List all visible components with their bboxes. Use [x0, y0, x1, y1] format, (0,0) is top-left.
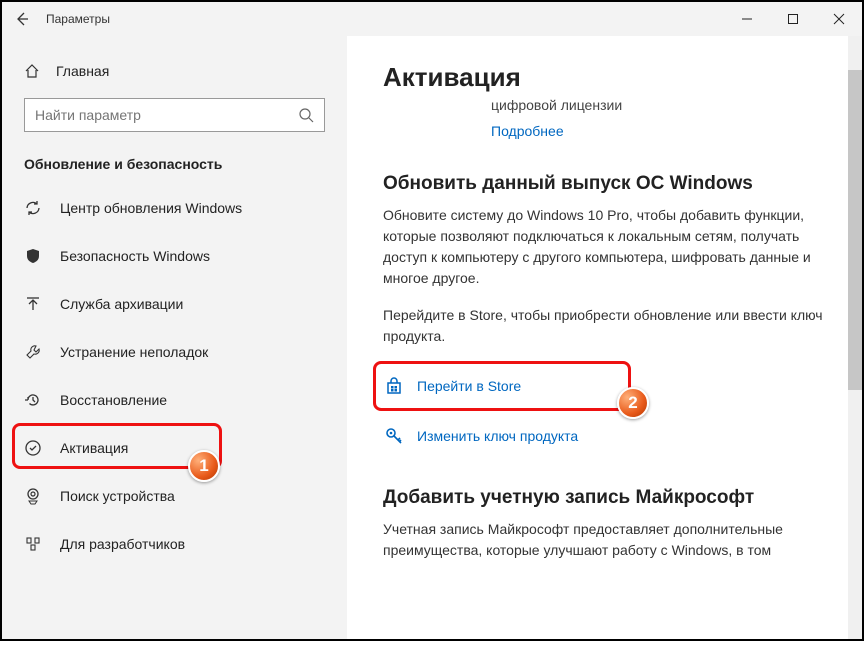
store-label: Перейти в Store [417, 378, 521, 394]
sidebar-item-label: Устранение неполадок [60, 344, 208, 360]
sidebar-item-label: Центр обновления Windows [60, 200, 242, 216]
history-icon [24, 391, 42, 409]
app-title: Параметры [46, 12, 110, 26]
backup-icon [24, 295, 42, 313]
titlebar: Параметры [2, 2, 862, 36]
key-icon [383, 425, 405, 447]
search-wrap [2, 88, 347, 146]
back-button[interactable] [2, 2, 42, 36]
license-text: цифровой лицензии [491, 97, 842, 113]
search-icon [298, 107, 314, 123]
sync-icon [24, 199, 42, 217]
scrollbar-thumb[interactable] [848, 70, 862, 390]
license-block: цифровой лицензии Подробнее [383, 97, 842, 141]
upgrade-para1: Обновите систему до Windows 10 Pro, чтоб… [383, 205, 842, 289]
sidebar-item-label: Активация [60, 440, 128, 456]
settings-window: Параметры Главная Обновление и безопасно… [0, 0, 864, 641]
sidebar-item-recovery[interactable]: Восстановление [2, 376, 347, 424]
minimize-button[interactable] [724, 2, 770, 36]
sidebar-item-label: Безопасность Windows [60, 248, 210, 264]
check-circle-icon [24, 439, 42, 457]
window-controls [724, 2, 862, 36]
sidebar-item-security[interactable]: Безопасность Windows [2, 232, 347, 280]
more-link[interactable]: Подробнее [491, 123, 564, 139]
sidebar-item-troubleshoot[interactable]: Устранение неполадок [2, 328, 347, 376]
close-button[interactable] [816, 2, 862, 36]
change-key-label: Изменить ключ продукта [417, 428, 578, 444]
sidebar-item-backup[interactable]: Служба архивации [2, 280, 347, 328]
sidebar-item-label: Восстановление [60, 392, 167, 408]
sidebar-section-title: Обновление и безопасность [2, 146, 347, 180]
sidebar-nav: Центр обновления Windows Безопасность Wi… [2, 180, 347, 568]
page-title: Активация [383, 62, 842, 93]
sidebar-item-label: Служба архивации [60, 296, 183, 312]
store-icon [383, 375, 405, 397]
upgrade-para2: Перейдите в Store, чтобы приобрести обно… [383, 305, 842, 347]
ms-account-heading: Добавить учетную запись Майкрософт [383, 487, 842, 509]
window-body: Главная Обновление и безопасность Центр … [2, 36, 862, 639]
go-to-store-button[interactable]: Перейти в Store [383, 375, 842, 397]
sidebar-home-label: Главная [56, 63, 109, 79]
change-product-key-button[interactable]: Изменить ключ продукта [383, 425, 842, 447]
content-pane: Активация цифровой лицензии Подробнее Об… [347, 36, 862, 639]
sidebar-item-developers[interactable]: Для разработчиков [2, 520, 347, 568]
sidebar-item-label: Поиск устройства [60, 488, 175, 504]
search-input[interactable] [24, 98, 325, 132]
sidebar-item-activation[interactable]: Активация 1 [2, 424, 347, 472]
sidebar-item-find-device[interactable]: Поиск устройства [2, 472, 347, 520]
shield-icon [24, 247, 42, 265]
developer-icon [24, 535, 42, 553]
maximize-button[interactable] [770, 2, 816, 36]
sidebar-item-windows-update[interactable]: Центр обновления Windows [2, 184, 347, 232]
annotation-badge-2: 2 [617, 387, 649, 419]
arrow-left-icon [14, 11, 30, 27]
sidebar-home[interactable]: Главная [2, 54, 347, 88]
sidebar-item-label: Для разработчиков [60, 536, 185, 552]
sidebar: Главная Обновление и безопасность Центр … [2, 36, 347, 639]
wrench-icon [24, 343, 42, 361]
location-icon [24, 487, 42, 505]
ms-account-para: Учетная запись Майкрософт предоставляет … [383, 519, 842, 561]
search-field[interactable] [35, 107, 298, 123]
home-icon [24, 63, 40, 79]
upgrade-heading: Обновить данный выпуск ОС Windows [383, 173, 842, 195]
